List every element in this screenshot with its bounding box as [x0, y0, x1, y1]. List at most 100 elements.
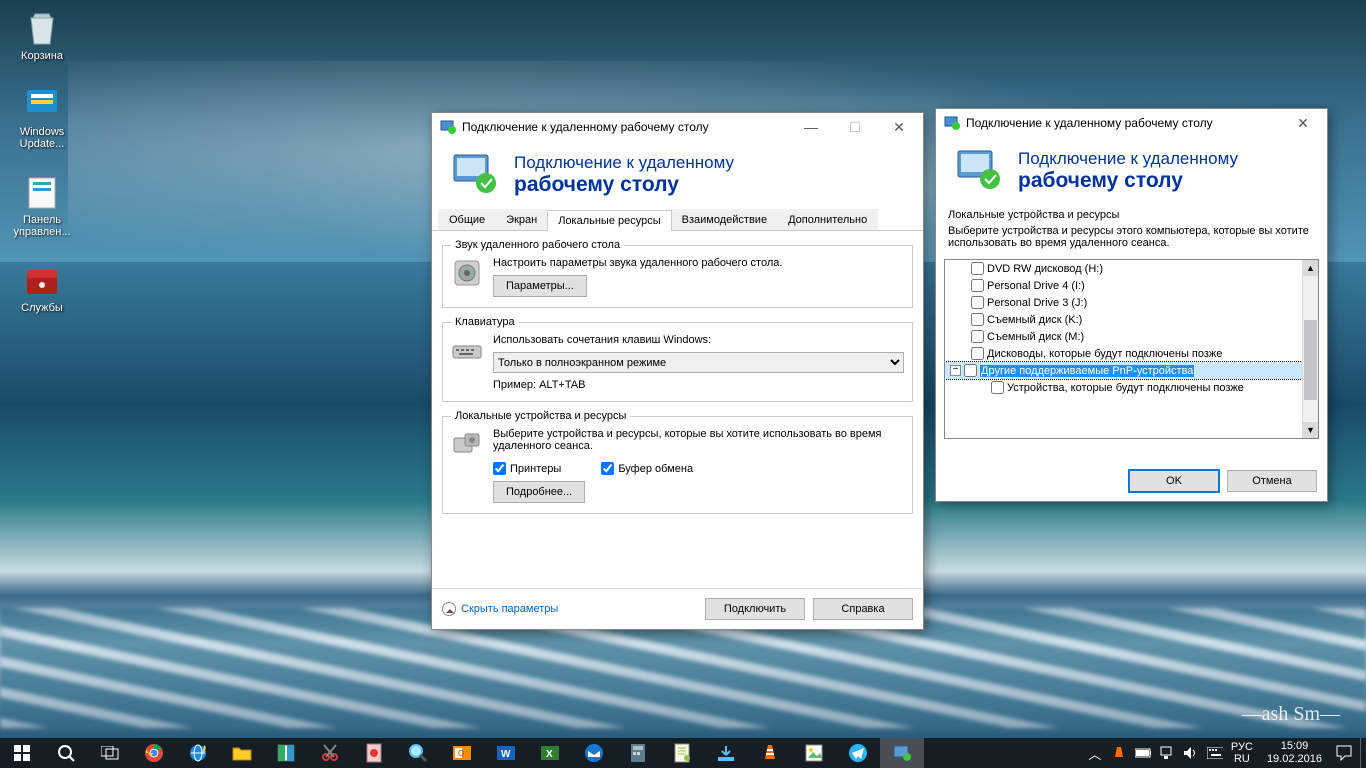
tree-item[interactable]: Personal Drive 3 (J:) — [945, 294, 1302, 311]
banner-line2: рабочему столу — [514, 173, 734, 197]
taskbar-app-excel[interactable]: X — [528, 738, 572, 768]
search-button[interactable] — [44, 738, 88, 768]
tree-item[interactable]: Съемный диск (M:) — [945, 328, 1302, 345]
scroll-up-icon[interactable]: ▲ — [1303, 260, 1318, 276]
desktop-icon-services[interactable]: Службы — [6, 258, 78, 314]
tray-time: 15:09 — [1267, 740, 1322, 753]
help-button[interactable]: Справка — [813, 598, 913, 620]
printers-checkbox[interactable]: Принтеры — [493, 462, 561, 475]
desktop-icon-windows-update[interactable]: Windows Update... — [6, 82, 78, 150]
ok-button[interactable]: OK — [1129, 470, 1219, 492]
close-button[interactable]: ✕ — [877, 113, 921, 141]
tray-vlc-icon[interactable] — [1111, 745, 1127, 761]
rdp-icon — [440, 119, 456, 135]
titlebar[interactable]: Подключение к удаленному рабочему столу … — [936, 109, 1327, 137]
connect-button[interactable]: Подключить — [705, 598, 805, 620]
hide-options-link[interactable]: Скрыть параметры — [442, 602, 558, 616]
tree-item[interactable]: Personal Drive 4 (I:) — [945, 277, 1302, 294]
group-keyboard: Клавиатура Использовать сочетания клавиш… — [442, 316, 913, 402]
banner-line1: Подключение к удаленному — [1018, 149, 1238, 169]
taskbar-app-magnifier[interactable] — [396, 738, 440, 768]
desktop-icon-recycle-bin[interactable]: Корзина — [6, 6, 78, 62]
taskbar-app-thunderbird[interactable] — [572, 738, 616, 768]
tray-clock[interactable]: 15:09 19.02.2016 — [1261, 740, 1328, 765]
tree-item[interactable]: Съемный диск (K:) — [945, 311, 1302, 328]
taskbar-app-downloads[interactable] — [704, 738, 748, 768]
group-legend: Звук удаленного рабочего стола — [451, 239, 624, 251]
cancel-button[interactable]: Отмена — [1227, 470, 1317, 492]
tray-chevron-icon[interactable]: ︿ — [1087, 745, 1103, 761]
taskbar-app-vlc[interactable] — [748, 738, 792, 768]
tree-scrollbar[interactable]: ▲▼ — [1302, 260, 1318, 438]
scroll-down-icon[interactable]: ▼ — [1303, 422, 1318, 438]
show-desktop-button[interactable] — [1360, 738, 1366, 768]
system-tray: ︿ РУС RU 15:09 19.02.2016 — [1079, 738, 1360, 768]
taskbar-app-notepadpp[interactable] — [660, 738, 704, 768]
taskbar-app-snip[interactable] — [308, 738, 352, 768]
group-legend: Локальные устройства и ресурсы — [451, 410, 630, 422]
close-button[interactable]: ✕ — [1281, 109, 1325, 137]
tray-lang-long[interactable]: РУС — [1231, 741, 1253, 753]
scroll-thumb[interactable] — [1304, 320, 1317, 400]
tree-item[interactable]: Устройства, которые будут подключены поз… — [945, 379, 1302, 396]
rdp-main-window: Подключение к удаленному рабочему столу … — [431, 112, 924, 630]
tab-experience[interactable]: Взаимодействие — [671, 209, 778, 230]
taskbar-app-paint[interactable] — [792, 738, 836, 768]
group-desc: Выберите устройства и ресурсы этого комп… — [936, 221, 1327, 257]
group-title: Локальные устройства и ресурсы — [936, 205, 1327, 221]
group-desc: Выберите устройства и ресурсы, которые в… — [493, 428, 904, 452]
desktop-icon-control-panel[interactable]: Панель управлен... — [6, 170, 78, 238]
banner-line1: Подключение к удаленному — [514, 153, 734, 173]
svg-text:W: W — [501, 749, 511, 760]
taskbar-app-explorer[interactable] — [220, 738, 264, 768]
tab-display[interactable]: Экран — [495, 209, 548, 230]
rdp-more-devices-dialog: Подключение к удаленному рабочему столу … — [935, 108, 1328, 502]
maximize-button: ☐ — [833, 113, 877, 141]
keyboard-combo[interactable]: Только в полноэкранном режиме — [493, 352, 904, 373]
taskbar-app-ie[interactable] — [176, 738, 220, 768]
titlebar[interactable]: Подключение к удаленному рабочему столу … — [432, 113, 923, 141]
audio-settings-button[interactable]: Параметры... — [493, 275, 587, 297]
desktop-icon-label: Панель управлен... — [6, 214, 78, 238]
taskbar-app-outlook[interactable]: O — [440, 738, 484, 768]
keyboard-icon — [451, 334, 483, 366]
taskbar-app-word[interactable]: W — [484, 738, 528, 768]
taskbar-app-totalcmd[interactable] — [264, 738, 308, 768]
tab-local-resources[interactable]: Локальные ресурсы — [547, 210, 671, 231]
device-tree[interactable]: DVD RW дисковод (H:) Personal Drive 4 (I… — [944, 259, 1319, 439]
task-view-button[interactable] — [88, 738, 132, 768]
speaker-icon — [451, 257, 483, 289]
banner-line2: рабочему столу — [1018, 169, 1238, 193]
tray-keyboard-icon[interactable] — [1207, 745, 1223, 761]
more-devices-button[interactable]: Подробнее... — [493, 481, 585, 503]
window-title: Подключение к удаленному рабочему столу — [462, 120, 789, 134]
taskbar-app-calc[interactable] — [616, 738, 660, 768]
start-button[interactable] — [0, 738, 44, 768]
kb-example: Пример: ALT+TAB — [493, 379, 904, 391]
tab-general[interactable]: Общие — [438, 209, 496, 230]
clipboard-checkbox[interactable]: Буфер обмена — [601, 462, 693, 475]
taskbar-app-telegram[interactable] — [836, 738, 880, 768]
tray-battery-icon[interactable] — [1135, 745, 1151, 761]
tree-item-selected[interactable]: −Другие поддерживаемые PnP-устройства — [945, 362, 1302, 379]
action-center-icon[interactable] — [1336, 745, 1352, 761]
minimize-button[interactable]: — — [789, 113, 833, 141]
tray-lang-short[interactable]: RU — [1231, 753, 1253, 765]
tree-item[interactable]: Дисководы, которые будут подключены позж… — [945, 345, 1302, 362]
group-desc: Настроить параметры звука удаленного раб… — [493, 257, 904, 269]
group-local-devices: Локальные устройства и ресурсы Выберите … — [442, 410, 913, 514]
taskbar-app-rdp[interactable] — [880, 738, 924, 768]
group-desc: Использовать сочетания клавиш Windows: — [493, 334, 904, 346]
taskbar: O W X ︿ РУС RU 15:09 19.02.2016 — [0, 738, 1366, 768]
chevron-up-icon — [442, 602, 456, 616]
tray-volume-icon[interactable] — [1183, 745, 1199, 761]
taskbar-app-pdf[interactable] — [352, 738, 396, 768]
tree-item[interactable]: DVD RW дисковод (H:) — [945, 260, 1302, 277]
collapse-icon[interactable]: − — [950, 365, 961, 376]
tray-network-icon[interactable] — [1159, 745, 1175, 761]
rdp-banner-icon — [450, 151, 498, 199]
windows-update-icon — [21, 82, 63, 124]
taskbar-app-chrome[interactable] — [132, 738, 176, 768]
tab-advanced[interactable]: Дополнительно — [777, 209, 878, 230]
desktop-icon-label: Корзина — [21, 50, 63, 62]
